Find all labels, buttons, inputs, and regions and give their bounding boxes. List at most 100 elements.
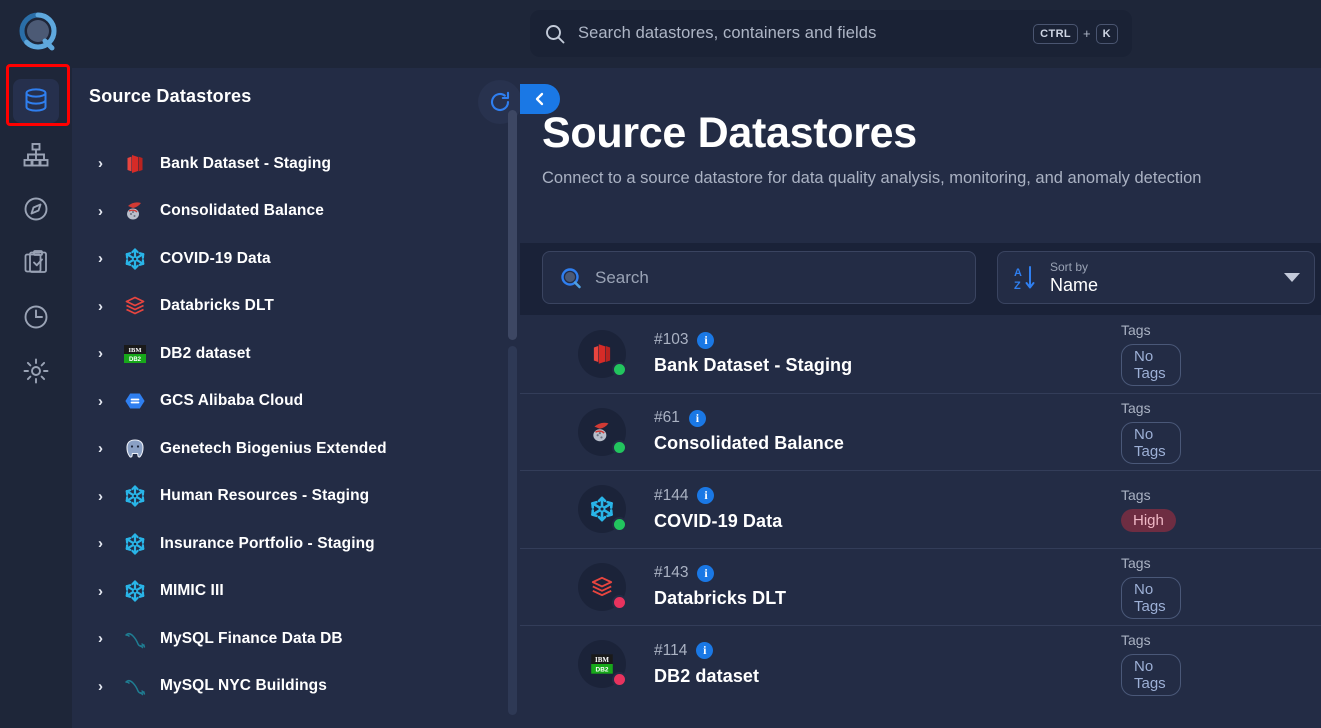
row-content: #143 i Databricks DLT bbox=[654, 564, 1121, 609]
tree-item-label: Human Resources - Staging bbox=[160, 487, 370, 505]
page-subtitle: Connect to a source datastore for data q… bbox=[542, 169, 1202, 187]
sidebar-item-hierarchy[interactable] bbox=[0, 128, 72, 182]
avatar: IBM DB2 bbox=[578, 640, 627, 689]
sidebar-item-history[interactable] bbox=[0, 290, 72, 344]
snowflake-icon bbox=[120, 483, 150, 509]
status-badge[interactable]: No Tags bbox=[1121, 576, 1181, 619]
svg-text:Z: Z bbox=[1014, 280, 1021, 292]
tree-item[interactable]: › Databricks DLT bbox=[72, 283, 520, 331]
global-search-bar[interactable]: Search datastores, containers and fields… bbox=[530, 10, 1132, 57]
expand-caret-icon[interactable]: › bbox=[98, 440, 120, 457]
tree-item-label: COVID-19 Data bbox=[160, 249, 271, 267]
row-id-line: #61 i bbox=[654, 409, 1121, 427]
expand-caret-icon[interactable]: › bbox=[98, 535, 120, 552]
tree-scrollbar-thumb[interactable] bbox=[508, 110, 517, 340]
info-icon[interactable]: i bbox=[688, 409, 706, 427]
tags-cell: Tags No Tags bbox=[1121, 555, 1321, 619]
datastore-name: DB2 dataset bbox=[654, 665, 760, 686]
tree-item[interactable]: › Genetech Biogenius Extended bbox=[72, 425, 520, 473]
tags-cell: Tags No Tags bbox=[1121, 632, 1321, 697]
expand-caret-icon[interactable]: › bbox=[98, 583, 120, 600]
status-badge[interactable]: High bbox=[1121, 508, 1176, 532]
expand-caret-icon[interactable]: › bbox=[98, 678, 120, 695]
table-row[interactable]: #143 i Databricks DLT Tags No Tags bbox=[520, 547, 1321, 626]
tree-scrollbar-track[interactable] bbox=[508, 346, 517, 715]
sidebar-item-datastores[interactable] bbox=[0, 74, 72, 128]
row-content: #103 i Bank Dataset - Staging bbox=[654, 331, 1121, 376]
expand-caret-icon[interactable]: › bbox=[98, 630, 120, 647]
table-row[interactable]: #144 i COVID-19 Data Tags High bbox=[520, 470, 1321, 548]
tags-label: Tags bbox=[1121, 486, 1151, 503]
sort-by-label: Sort by bbox=[1050, 259, 1089, 274]
info-icon[interactable]: i bbox=[697, 331, 715, 349]
tree-item-label: Bank Dataset - Staging bbox=[160, 154, 332, 172]
tree-item[interactable]: › Insurance Portfolio - Staging bbox=[72, 520, 520, 568]
tags-label: Tags bbox=[1121, 632, 1151, 649]
database-icon bbox=[23, 87, 49, 115]
datastore-name: COVID-19 Data bbox=[654, 510, 783, 531]
tree-item[interactable]: › MySQL Finance Data DB bbox=[72, 615, 520, 663]
tree-item-label: GCS Alibaba Cloud bbox=[160, 392, 304, 410]
info-icon[interactable]: i bbox=[697, 487, 715, 505]
expand-caret-icon[interactable]: › bbox=[98, 488, 120, 505]
status-badge[interactable]: No Tags bbox=[1121, 343, 1181, 386]
datastore-id: #143 bbox=[654, 564, 689, 582]
table-row[interactable]: #103 i Bank Dataset - Staging Tags No Ta… bbox=[520, 315, 1321, 393]
info-icon[interactable]: i bbox=[696, 642, 714, 660]
expand-caret-icon[interactable]: › bbox=[98, 155, 120, 172]
tree-item-label: DB2 dataset bbox=[160, 344, 251, 362]
tree-item-label: MIMIC III bbox=[160, 582, 224, 600]
chevron-down-icon[interactable] bbox=[1284, 273, 1300, 282]
tree-item-label: Genetech Biogenius Extended bbox=[160, 439, 387, 457]
tags-cell: Tags No Tags bbox=[1121, 400, 1321, 464]
snowflake-icon bbox=[120, 578, 150, 604]
tree-item-label: Databricks DLT bbox=[160, 297, 274, 315]
tree-item[interactable]: › Human Resources - Staging bbox=[72, 473, 520, 521]
tree-item-label: Consolidated Balance bbox=[160, 202, 324, 220]
tree-item[interactable]: › MySQL NYC Buildings bbox=[72, 663, 520, 711]
expand-caret-icon[interactable]: › bbox=[98, 298, 120, 315]
tree-item[interactable]: › COVID-19 Data bbox=[72, 235, 520, 283]
app-logo[interactable] bbox=[12, 6, 68, 62]
sqlserver-icon bbox=[120, 198, 150, 224]
compass-icon bbox=[23, 196, 49, 222]
sidebar-item-settings[interactable] bbox=[0, 344, 72, 398]
tree-scrollbar[interactable] bbox=[508, 110, 517, 715]
page-header: Source Datastores Connect to a source da… bbox=[542, 108, 1312, 188]
avatar bbox=[578, 485, 627, 534]
expand-caret-icon[interactable]: › bbox=[98, 203, 120, 220]
sidebar-item-tasks[interactable] bbox=[0, 236, 72, 290]
expand-caret-icon[interactable]: › bbox=[98, 345, 120, 362]
table-row[interactable]: #61 i Consolidated Balance Tags No Tags bbox=[520, 392, 1321, 471]
clock-icon bbox=[23, 304, 49, 330]
avatar bbox=[578, 407, 627, 456]
row-id-line: #103 i bbox=[654, 331, 1121, 349]
tree-item[interactable]: › Consolidated Balance bbox=[72, 188, 520, 236]
chevron-left-icon bbox=[532, 91, 548, 107]
tags-cell: Tags High bbox=[1121, 487, 1321, 532]
info-icon[interactable]: i bbox=[697, 564, 715, 582]
status-badge[interactable]: No Tags bbox=[1121, 421, 1181, 464]
snowflake-icon bbox=[120, 531, 150, 557]
tree-item[interactable]: › GCS Alibaba Cloud bbox=[72, 378, 520, 426]
sidebar-item-explore[interactable] bbox=[0, 182, 72, 236]
expand-caret-icon[interactable]: › bbox=[98, 393, 120, 410]
search-input[interactable]: Search bbox=[542, 251, 976, 304]
app-root: Search datastores, containers and fields… bbox=[0, 0, 1321, 728]
collapse-panel-button[interactable] bbox=[520, 84, 560, 114]
tree-item[interactable]: › MIMIC III bbox=[72, 568, 520, 616]
nav-rail bbox=[0, 68, 72, 728]
table-row[interactable]: IBM DB2 #114 i DB2 dataset Tags No Tags bbox=[520, 625, 1321, 703]
mysql-icon bbox=[120, 673, 150, 699]
tree-item[interactable]: › Bank Dataset - Staging bbox=[72, 140, 520, 188]
db2-icon: IBM DB2 bbox=[120, 341, 150, 367]
status-badge[interactable]: No Tags bbox=[1121, 654, 1181, 697]
sort-by-dropdown[interactable]: A Z Sort by Name bbox=[997, 251, 1315, 304]
row-content: #61 i Consolidated Balance bbox=[654, 409, 1121, 454]
tree-item[interactable]: › IBM DB2 DB2 dataset bbox=[72, 330, 520, 378]
expand-caret-icon[interactable]: › bbox=[98, 250, 120, 267]
sitemap-icon bbox=[23, 142, 49, 168]
search-placeholder: Search bbox=[595, 267, 649, 287]
tags-label: Tags bbox=[1121, 554, 1151, 571]
shortcut-k: K bbox=[1095, 23, 1118, 44]
